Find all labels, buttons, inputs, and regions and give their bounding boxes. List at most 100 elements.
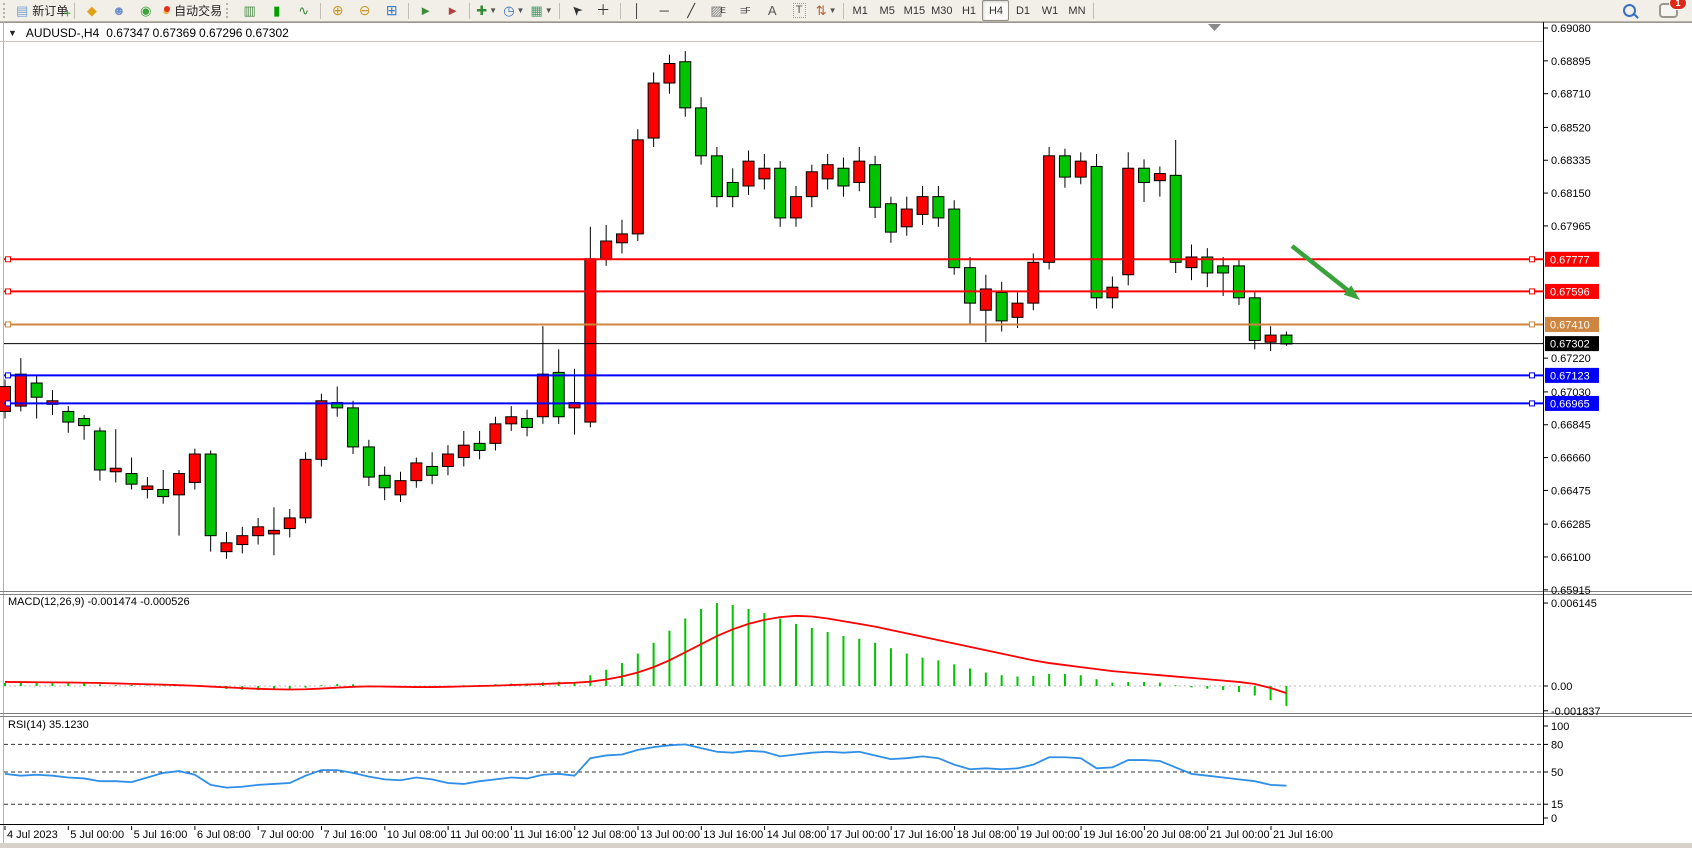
candle-body — [427, 466, 438, 475]
timeframe-button-M1[interactable]: M1 — [847, 0, 874, 21]
candle-body — [1091, 166, 1102, 297]
timeframe-button-W1[interactable]: W1 — [1036, 0, 1063, 21]
bar-chart-button[interactable]: ▥ — [236, 0, 263, 21]
candle-body — [759, 168, 770, 179]
horizontal-line-icon: ─ — [660, 4, 669, 17]
timeframe-button-M30[interactable]: M30 — [928, 0, 955, 21]
price-tick-label: 0.67965 — [1551, 221, 1591, 233]
candle-body — [664, 64, 675, 84]
crosshair-icon: ＋ — [596, 4, 610, 17]
market-watch-button[interactable]: ◆ — [78, 0, 105, 21]
level-anchor[interactable] — [6, 322, 11, 327]
timeframe-button-D1[interactable]: D1 — [1009, 0, 1036, 21]
price-tick-label: 0.68150 — [1551, 188, 1591, 200]
equidistant-channel-button[interactable]: ▨E — [705, 0, 732, 21]
search-button[interactable] — [1616, 0, 1643, 21]
notifications-button[interactable]: 1 — [1655, 0, 1682, 21]
timeframe-button-M15[interactable]: M15 — [901, 0, 928, 21]
level-anchor[interactable] — [1530, 257, 1535, 262]
candle-body — [711, 156, 722, 197]
vertical-line-icon: │ — [633, 4, 641, 17]
trend-arrow-shaft[interactable] — [1292, 246, 1351, 293]
candle-body — [1028, 262, 1039, 303]
separator — [843, 3, 844, 19]
price-tick-label: 0.66475 — [1551, 485, 1591, 497]
candle-body — [1075, 161, 1086, 177]
timeframe-button-MN[interactable]: MN — [1063, 0, 1090, 21]
candle-body — [1044, 156, 1055, 263]
level-anchor[interactable] — [6, 373, 11, 378]
line-chart-button[interactable]: ∿ — [290, 0, 317, 21]
accounts-button[interactable]: ☻ — [105, 0, 132, 21]
candle-body — [791, 197, 802, 218]
separator — [320, 3, 321, 19]
chevron-down-icon: ▼ — [489, 6, 497, 15]
level-anchor[interactable] — [6, 401, 11, 406]
fibonacci-button[interactable]: ≡F — [732, 0, 759, 21]
level-anchor[interactable] — [6, 257, 11, 262]
auto-scroll-button[interactable]: ► — [412, 0, 439, 21]
price-level-badge-text: 0.66965 — [1550, 398, 1590, 410]
candle-body — [1154, 174, 1165, 181]
text-label-button[interactable]: T — [786, 0, 813, 21]
vertical-line-button[interactable]: │ — [624, 0, 651, 21]
macd-axis-label: 0.00 — [1551, 681, 1572, 693]
level-anchor[interactable] — [1530, 322, 1535, 327]
level-anchor[interactable] — [6, 289, 11, 294]
chart-canvas[interactable]: 0.690800.688950.687100.685200.683350.681… — [0, 22, 1692, 848]
tile-windows-button[interactable]: ⊞ — [378, 0, 405, 21]
candle-body — [94, 431, 105, 470]
candle-body — [537, 374, 548, 417]
candle-body — [31, 383, 42, 397]
chart-shift-marker[interactable] — [1208, 24, 1221, 31]
templates-button[interactable]: ▦▼ — [527, 0, 555, 21]
price-tick-label: 0.66660 — [1551, 453, 1591, 465]
chart-title: ▼ AUDUSD-,H4 0.67347 0.67369 0.67296 0.6… — [8, 26, 289, 40]
level-anchor[interactable] — [1530, 373, 1535, 378]
time-axis[interactable]: 4 Jul 20235 Jul 00:005 Jul 16:006 Jul 08… — [5, 826, 1333, 841]
indicators-button[interactable]: ✚▼ — [473, 0, 500, 21]
auto-trading-button[interactable]: ● 自动交易 — [159, 0, 225, 21]
timeframe-button-H1[interactable]: H1 — [955, 0, 982, 21]
signals-button[interactable]: ◉ — [132, 0, 159, 21]
time-tick-label: 20 Jul 08:00 — [1146, 829, 1206, 841]
trendline-icon: ╱ — [687, 4, 695, 17]
zoom-out-button[interactable]: ⊖ — [351, 0, 378, 21]
horizontal-line-button[interactable]: ─ — [651, 0, 678, 21]
price-level-badge-text: 0.67410 — [1550, 319, 1590, 331]
timeframe-button-M5[interactable]: M5 — [874, 0, 901, 21]
level-anchor[interactable] — [1530, 289, 1535, 294]
rsi-axis-label: 100 — [1551, 721, 1569, 733]
candle-body — [363, 447, 374, 477]
symbol-label: AUDUSD-,H4 — [26, 26, 99, 40]
candle-body — [300, 459, 311, 518]
toolbar-grip[interactable] — [3, 3, 10, 18]
toolbar-grip[interactable] — [226, 3, 233, 18]
candle-body — [727, 182, 738, 196]
zoom-in-button[interactable]: ⊕ — [324, 0, 351, 21]
macd-axis-label: 0.006145 — [1551, 598, 1597, 610]
signal-icon: ◉ — [140, 4, 151, 17]
timeframe-button-H4[interactable]: H4 — [982, 0, 1009, 21]
chevron-down-icon: ▼ — [545, 6, 553, 15]
horizontal-levels[interactable] — [4, 257, 1543, 406]
crosshair-button[interactable]: ＋ — [590, 0, 617, 21]
price-tick-label: 0.69080 — [1551, 23, 1591, 35]
arrows-button[interactable]: ⇅▼ — [813, 0, 840, 21]
price-axis[interactable]: 0.690800.688950.687100.685200.683350.681… — [1543, 23, 1599, 597]
candlestick-chart-button[interactable]: ▮ — [263, 0, 290, 21]
rsi-axis-label: 50 — [1551, 767, 1563, 779]
level-anchor[interactable] — [1530, 401, 1535, 406]
candle-body — [142, 486, 153, 490]
separator — [559, 3, 560, 19]
cursor-button[interactable]: ➤ — [563, 0, 590, 21]
price-level-badge-text: 0.67123 — [1550, 370, 1590, 382]
periods-button[interactable]: ◷▼ — [500, 0, 527, 21]
text-button[interactable]: A — [759, 0, 786, 21]
collapse-toggle-icon[interactable]: ▼ — [8, 28, 17, 38]
macd-axis-label: -0.001837 — [1551, 706, 1601, 718]
chart-shift-button[interactable]: ► — [439, 0, 466, 21]
new-order-button[interactable]: ▤＋ 新订单 — [13, 0, 71, 21]
high-value: 0.67369 — [153, 26, 196, 40]
trendline-button[interactable]: ╱ — [678, 0, 705, 21]
